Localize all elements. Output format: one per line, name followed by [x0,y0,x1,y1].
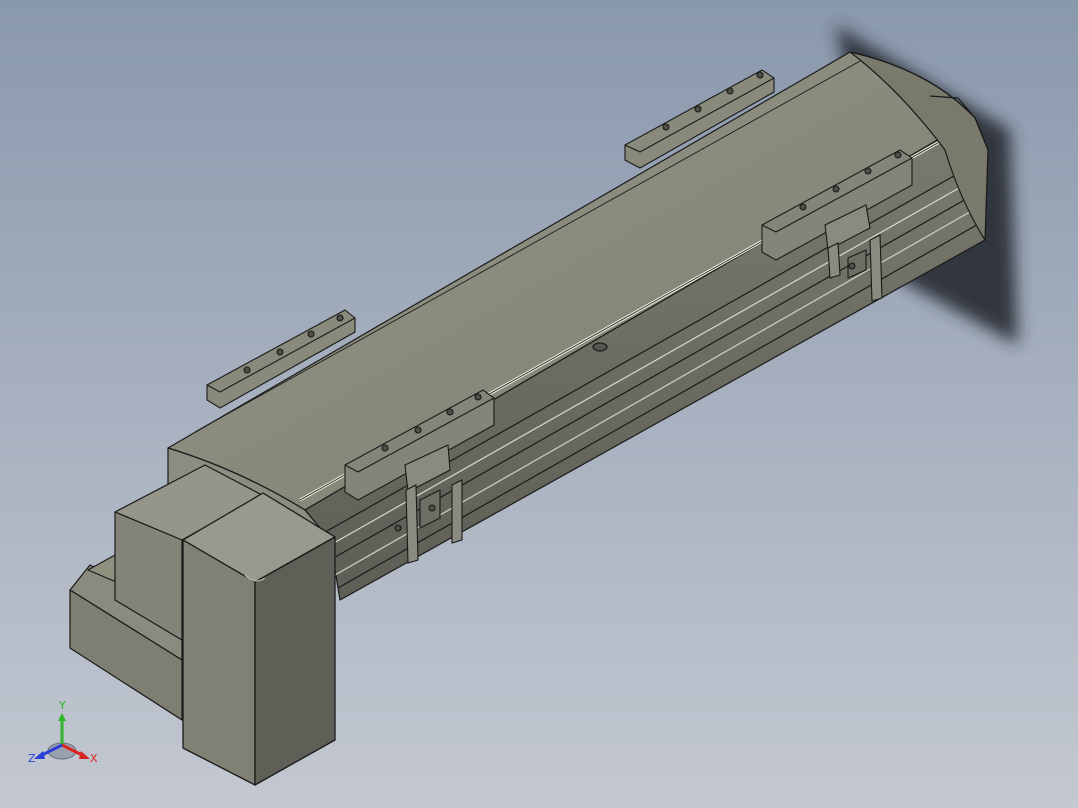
y-axis-arrow [58,713,66,721]
orientation-triad: Y X Z [28,699,98,765]
coupling-housing[interactable] [182,492,336,786]
x-axis-arrow [79,751,90,759]
y-axis-label: Y [58,699,66,712]
cover-hole [592,342,608,352]
z-axis-arrow [34,751,45,759]
x-axis-label: X [90,752,98,765]
cad-viewport[interactable]: Y X Z [0,0,1078,808]
z-axis-label: Z [28,752,36,765]
